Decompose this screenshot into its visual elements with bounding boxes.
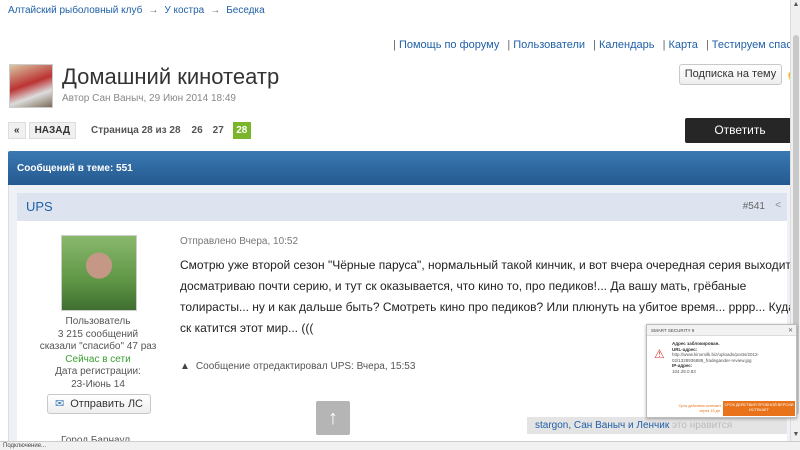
user-message-count: 3 215 сообщений (57, 328, 139, 340)
alert-icon: ⚠ (654, 347, 665, 361)
breadcrumb-item-gazebo[interactable]: Беседка (226, 5, 264, 16)
send-pm-label: Отправить ЛС (70, 398, 143, 410)
topic-meta: Автор Сан Ваныч, 29 Июн 2014 18:49 (62, 93, 236, 104)
edit-note-text: Сообщение отредактировал UPS: Вчера, 15:… (195, 361, 416, 372)
page-link-27[interactable]: 27 (213, 125, 224, 136)
reg-date: 23-Июнь 14 (71, 378, 125, 390)
nav-calendar[interactable]: Календарь (599, 39, 655, 51)
popup-expiry-link[interactable]: Срок действия истекает через 15 дн. (677, 404, 721, 414)
breadcrumb-item-club[interactable]: Алтайский рыболовный клуб (8, 5, 142, 16)
page-link-26[interactable]: 26 (192, 125, 203, 136)
current-page: 28 (232, 121, 251, 139)
user-thanks-count: сказали "спасибо" 47 раз (39, 341, 157, 352)
nav-testing[interactable]: Тестируем спасе (712, 39, 798, 51)
browser-status-bar: Подключение... (0, 441, 800, 450)
nav-help[interactable]: Помощь по форуму (399, 39, 499, 51)
post-header: UPS #541 < (17, 193, 787, 221)
posts-count-header: Сообщений в теме: 551 (8, 151, 794, 185)
send-pm-button[interactable]: ✉ Отправить ЛС (47, 394, 151, 414)
reg-label: Дата регистрации: (55, 366, 141, 377)
post-date: Отправлено Вчера, 10:52 (180, 236, 299, 247)
back-button[interactable]: НАЗАД (28, 121, 76, 139)
page-indicator: Страница 28 из 28 (91, 124, 181, 136)
avatar[interactable] (61, 235, 137, 311)
warning-icon: ▲ (180, 361, 190, 372)
user-info: Пользователь 3 215 сообщений сказали "сп… (17, 316, 179, 391)
popup-action-button[interactable]: СРОК ДЕЙСТВИЯ ПРОБНОЙ ВЕРСИИ ИСТЕКАЕТ (723, 401, 795, 416)
share-icon[interactable]: < (775, 200, 781, 211)
antivirus-popup[interactable]: SMART SECURITY 9 ✕ ⚠ Адрес заблокирован.… (646, 324, 797, 418)
first-page-button[interactable]: « (8, 121, 26, 139)
scroll-down-arrow-icon[interactable]: ▼ (791, 430, 800, 440)
post-number-link[interactable]: #541 (743, 201, 765, 212)
pagination: « НАЗАД Страница 28 из 28 26 27 28 (8, 121, 251, 139)
reply-button[interactable]: Ответить (685, 118, 795, 143)
nav-map[interactable]: Карта (668, 39, 697, 51)
popup-title: SMART SECURITY 9 (647, 325, 796, 336)
close-icon[interactable]: ✕ (788, 327, 793, 334)
post-author-link[interactable]: UPS (26, 199, 53, 214)
topic-author-avatar[interactable] (9, 64, 53, 108)
breadcrumb: Алтайский рыболовный клуб → У костра → Бесед… (8, 5, 265, 16)
breadcrumb-separator: → (210, 5, 221, 16)
online-status: Сейчас в сети (65, 353, 131, 365)
top-nav: | Помощь по форуму | Пользователи | Календа… (393, 39, 798, 51)
user-role: Пользователь (65, 316, 131, 327)
subscribe-button[interactable]: Подписка на тему (679, 64, 782, 85)
breadcrumb-separator: → (148, 5, 159, 16)
likes-users[interactable]: stargon, Сан Ваныч и Ленчик (535, 420, 669, 431)
breadcrumb-item-campfire[interactable]: У костра (164, 5, 204, 16)
scroll-to-top-button[interactable]: ↑ (316, 401, 350, 435)
likes-suffix: это нравится (672, 420, 733, 431)
envelope-icon: ✉ (55, 398, 65, 410)
popup-url: http://www.kinomilk.biz/uploads/posts/20… (672, 352, 760, 363)
scroll-up-arrow-icon[interactable]: ▲ (791, 0, 800, 10)
nav-users[interactable]: Пользователи (513, 39, 585, 51)
popup-content: Адрес заблокирован. URL-адрес: http://ww… (672, 341, 792, 374)
page-title: Домашний кинотеатр (62, 64, 280, 89)
popup-ip: 104.28.0.83 (672, 368, 696, 374)
likes-bar: stargon, Сан Ваныч и Ленчик это нравится (527, 417, 787, 434)
edit-note: ▲ Сообщение отредактировал UPS: Вчера, 15… (180, 361, 415, 372)
